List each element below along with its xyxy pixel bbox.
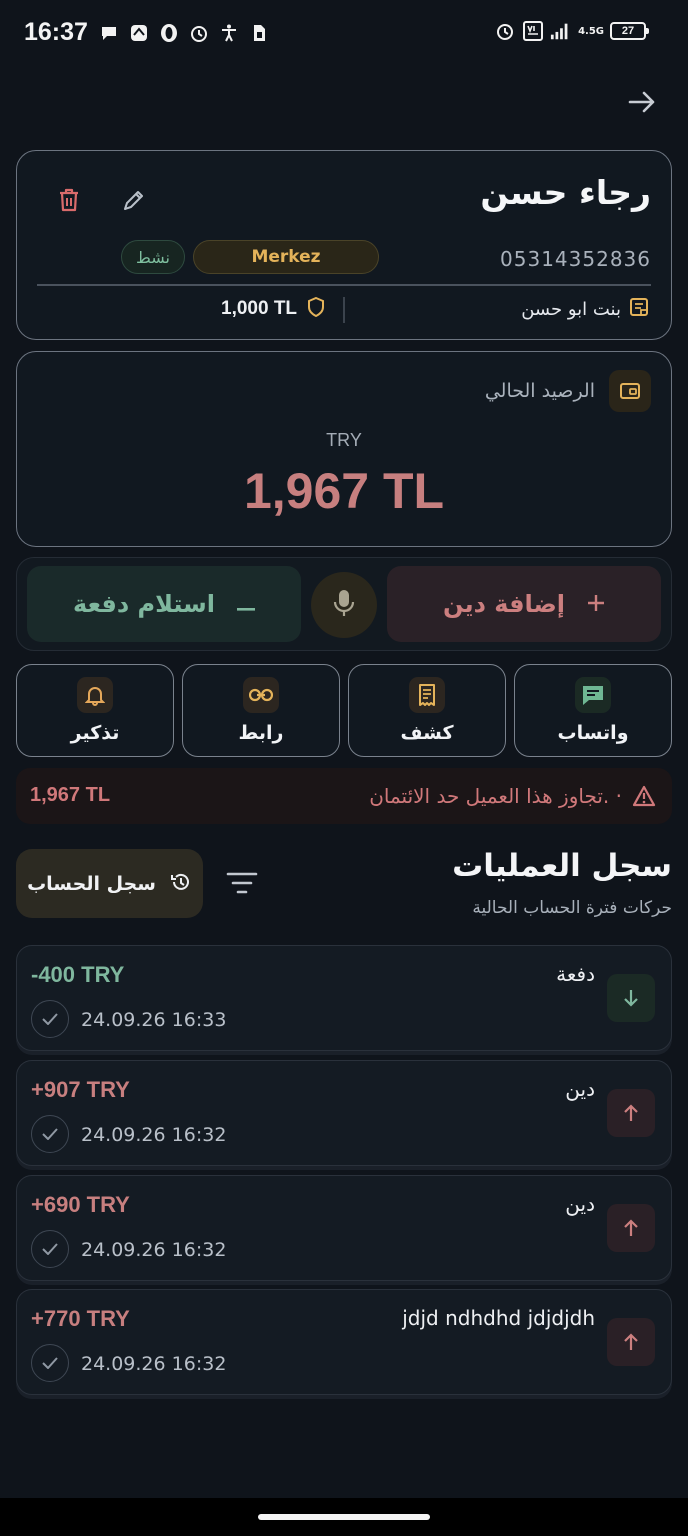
status-badge: نشط: [121, 240, 185, 274]
link-button[interactable]: رابط: [182, 664, 340, 757]
chat-icon: [575, 677, 611, 713]
credit-limit: 1,000 TL: [221, 296, 325, 321]
alarm-icon: [188, 22, 210, 44]
link-label: رابط: [238, 722, 284, 744]
transaction-title: دين: [565, 1077, 595, 1101]
customer-note: بنت ابو حسن: [521, 297, 649, 321]
transaction-row[interactable]: +907 TRY دين 24.09.26 16:32: [16, 1060, 672, 1166]
transaction-amount: +770 TRY: [31, 1306, 130, 1331]
check-icon: [31, 1115, 69, 1153]
notification-icons: [98, 22, 270, 44]
chat-bubble-icon: [98, 22, 120, 44]
whatsapp-label: واتساب: [557, 722, 629, 744]
transaction-amount: +690 TRY: [31, 1192, 130, 1217]
microphone-button[interactable]: [311, 572, 377, 638]
receive-payment-button[interactable]: استلام دفعة: [27, 566, 301, 642]
network-type-label: 4.5G: [578, 25, 604, 37]
transaction-title: دفعة: [556, 962, 595, 986]
history-title: سجل العمليات: [452, 848, 672, 884]
screen: 16:37 4.5G 27 رجاء حسن 05314352836 Merke…: [0, 0, 688, 1536]
opera-icon: [158, 22, 180, 44]
divider: [343, 297, 345, 323]
divider: [37, 284, 651, 286]
transaction-date: 24.09.26 16:32: [81, 1353, 227, 1375]
arrow-up-icon: [607, 1318, 655, 1366]
currency-label: TRY: [326, 430, 362, 450]
note-icon: [629, 297, 649, 321]
minus-icon: [236, 590, 255, 618]
trash-icon[interactable]: [57, 187, 81, 213]
transaction-title: jdjd ndhdhd jdjdjdh: [402, 1306, 595, 1330]
transaction-date: 24.09.26 16:32: [81, 1124, 227, 1146]
history-icon: [170, 871, 192, 897]
check-icon: [31, 1000, 69, 1038]
filter-icon[interactable]: [224, 868, 260, 898]
arrow-down-icon: [607, 974, 655, 1022]
customer-profile-card: رجاء حسن 05314352836 Merkez نشط بنت ابو …: [16, 150, 672, 340]
volte-icon: [522, 20, 544, 42]
check-icon: [31, 1344, 69, 1382]
reminder-label: تذكير: [70, 722, 120, 744]
account-history-label: سجل الحساب: [27, 872, 156, 895]
balance-label: الرصيد الحالي: [484, 380, 595, 402]
statement-button[interactable]: كشف: [348, 664, 506, 757]
app-notification-icon: [128, 22, 150, 44]
account-history-button[interactable]: سجل الحساب: [16, 849, 203, 918]
wallet-icon: [609, 370, 651, 412]
transaction-amount: +907 TRY: [31, 1077, 130, 1102]
note-text: بنت ابو حسن: [521, 298, 621, 320]
transaction-date: 24.09.26 16:33: [81, 1009, 227, 1031]
receive-payment-label: استلام دفعة: [73, 590, 215, 618]
link-icon: [243, 677, 279, 713]
arrow-up-icon: [607, 1204, 655, 1252]
check-icon: [31, 1230, 69, 1268]
transaction-title: دين: [565, 1192, 595, 1216]
system-icons: 4.5G 27: [494, 20, 649, 42]
sim-card-icon: [248, 22, 270, 44]
balance-card: الرصيد الحالي TRY 1,967 TL: [16, 351, 672, 547]
arrow-up-icon: [607, 1089, 655, 1137]
status-time: 16:37: [24, 18, 88, 46]
branch-badge: Merkez: [193, 240, 379, 274]
bell-icon: [77, 677, 113, 713]
shield-icon: [307, 296, 325, 321]
plus-icon: [587, 590, 605, 618]
history-subtitle: حركات فترة الحساب الحالية: [472, 898, 672, 918]
primary-actions: استلام دفعة إضافة دين: [16, 557, 672, 651]
accessibility-icon: [218, 22, 240, 44]
battery-icon: 27: [610, 22, 649, 40]
transaction-row[interactable]: -400 TRY دفعة 24.09.26 16:33: [16, 945, 672, 1051]
pencil-icon[interactable]: [121, 187, 145, 213]
transaction-amount: -400 TRY: [31, 962, 125, 987]
customer-name: رجاء حسن: [480, 173, 651, 212]
signal-icon: [550, 20, 572, 42]
warning-amount: 1,967 TL: [30, 784, 111, 806]
add-debt-label: إضافة دين: [443, 590, 565, 618]
alarm-icon: [494, 20, 516, 42]
home-indicator[interactable]: [258, 1514, 430, 1520]
status-bar: 16:37 4.5G 27: [0, 0, 688, 70]
receipt-icon: [409, 677, 445, 713]
navigation-bar: [0, 1498, 688, 1536]
warning-triangle-icon: [632, 785, 656, 807]
statement-label: كشف: [400, 722, 454, 744]
whatsapp-button[interactable]: واتساب: [514, 664, 672, 757]
credit-limit-warning: 1,967 TL تجاوز هذا العميل حد الائتمان. ·: [16, 768, 672, 824]
warning-text: تجاوز هذا العميل حد الائتمان. ·: [369, 784, 622, 808]
phone-number: 05314352836: [500, 247, 651, 271]
transaction-row[interactable]: +770 TRY jdjd ndhdhd jdjdjdh 24.09.26 16…: [16, 1289, 672, 1395]
credit-limit-value: 1,000 TL: [221, 298, 298, 319]
reminder-button[interactable]: تذكير: [16, 664, 174, 757]
back-arrow-icon[interactable]: [626, 86, 658, 118]
balance-value: 1,967 TL: [243, 463, 445, 519]
transaction-row[interactable]: +690 TRY دين 24.09.26 16:32: [16, 1175, 672, 1281]
microphone-icon: [333, 588, 355, 622]
transaction-date: 24.09.26 16:32: [81, 1239, 227, 1261]
add-debt-button[interactable]: إضافة دين: [387, 566, 661, 642]
quick-actions: تذكير رابط كشف واتساب: [16, 664, 672, 757]
